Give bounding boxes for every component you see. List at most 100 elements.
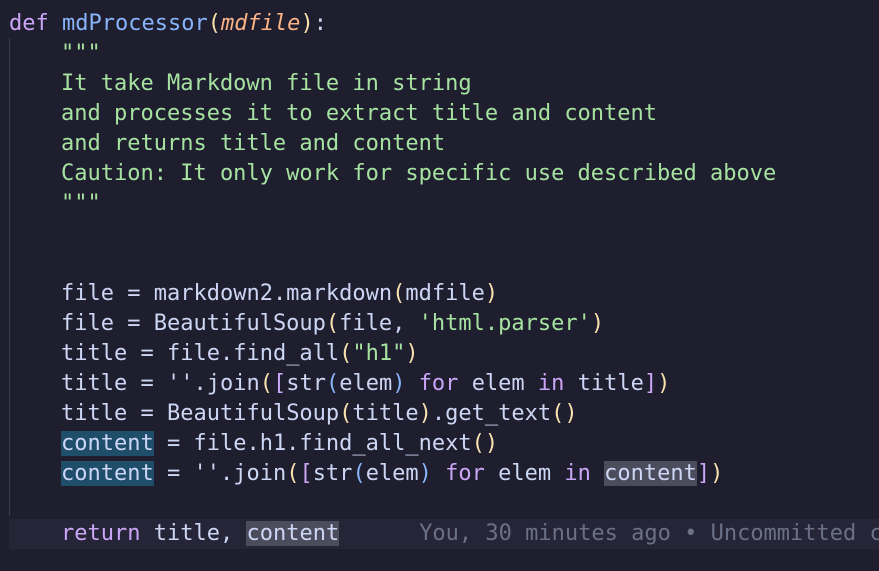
- docstring-quotes-open: """: [61, 41, 101, 66]
- code-line-doc-3[interactable]: and returns title and content: [9, 129, 879, 159]
- token-file-find-all: file.find_all: [166, 341, 340, 366]
- token-paren-close: ): [710, 461, 724, 486]
- token-var-title: title: [61, 371, 128, 396]
- token-paren-open: (: [286, 461, 300, 486]
- docstring-line-2: and processes it to extract title and co…: [61, 101, 658, 126]
- token-bracket-open: [: [272, 371, 287, 396]
- token-paren-close: ): [392, 371, 406, 396]
- token-paren-open: (: [207, 11, 221, 36]
- token-bracket-close: ]: [643, 371, 658, 396]
- token-return-title: title: [153, 521, 220, 546]
- token-get-text: .get_text: [431, 401, 552, 426]
- token-empty-call: (): [551, 401, 578, 426]
- token-arg-mdfile: mdfile: [405, 281, 485, 306]
- token-paren-open: (: [325, 371, 340, 396]
- token-paren-close: ): [657, 371, 671, 396]
- token-builtin-str: str: [312, 461, 353, 486]
- token-var-title: title: [61, 341, 128, 366]
- token-elem: elem: [365, 461, 419, 486]
- token-paren-open: (: [325, 311, 340, 336]
- docstring-line-4: Caution: It only work for specific use d…: [61, 161, 777, 186]
- token-arg-file: file: [339, 311, 393, 336]
- token-assign: =: [127, 341, 167, 366]
- token-beautifulsoup: BeautifulSoup: [153, 311, 326, 336]
- token-join: ''.join: [193, 461, 287, 486]
- token-comma: ,: [219, 521, 247, 546]
- token-comma: ,: [392, 311, 419, 336]
- token-string-html-parser: 'html.parser': [418, 311, 591, 336]
- token-paren-open: (: [339, 401, 353, 426]
- token-in: in: [564, 461, 591, 486]
- token-var-content-selected[interactable]: content: [61, 461, 154, 486]
- token-param: mdfile: [220, 11, 301, 36]
- code-line-content-find-next[interactable]: content = file.h1.find_all_next(): [9, 429, 879, 459]
- code-line-title-get-text[interactable]: title = BeautifulSoup(title).get_text(): [9, 399, 879, 429]
- token-var-content-selected[interactable]: content: [61, 431, 154, 456]
- token-paren-close: ): [484, 281, 499, 306]
- token-assign: =: [127, 371, 167, 396]
- token-paren-open: (: [352, 461, 366, 486]
- code-line-title-find-all[interactable]: title = file.find_all("h1"): [9, 339, 879, 369]
- token-var-title: title: [577, 371, 644, 396]
- token-paren-close: ): [300, 11, 314, 36]
- code-line-doc-1[interactable]: It take Markdown file in string: [9, 69, 879, 99]
- code-line-return[interactable]: return title, content You, 30 minutes ago…: [9, 519, 879, 549]
- token-paren-close: ): [418, 461, 432, 486]
- token-var-file: file: [61, 281, 114, 306]
- token-var-title: title: [352, 401, 419, 426]
- token-string-h1: "h1": [352, 341, 406, 366]
- token-paren-open: (: [259, 371, 273, 396]
- token-var-title: title: [61, 401, 128, 426]
- token-assign: =: [113, 311, 154, 336]
- code-line-doc-close[interactable]: """: [9, 189, 879, 219]
- code-line-def[interactable]: def mdProcessor(mdfile):: [9, 9, 879, 39]
- docstring-line-1: It take Markdown file in string: [61, 71, 472, 96]
- code-line-doc-4[interactable]: Caution: It only work for specific use d…: [9, 159, 879, 189]
- token-builtin-str: str: [286, 371, 326, 396]
- token-bracket-open: [: [299, 461, 313, 486]
- token-empty-call: (): [471, 431, 499, 456]
- token-in: in: [537, 371, 565, 396]
- code-line-file-soup[interactable]: file = BeautifulSoup(file, 'html.parser'…: [9, 309, 879, 339]
- token-paren-close: ): [590, 311, 605, 336]
- token-paren-open: (: [392, 281, 406, 306]
- code-line-title-join[interactable]: title = ''.join([str(elem) for elem in t…: [9, 369, 879, 399]
- token-bracket-close: ]: [696, 461, 711, 486]
- token-var-file: file: [61, 311, 114, 336]
- code-line-doc-open[interactable]: """: [9, 39, 879, 69]
- token-return: return: [61, 521, 141, 546]
- code-editor[interactable]: def mdProcessor(mdfile): """ It take Mar…: [0, 0, 879, 571]
- token-assign: =: [127, 401, 167, 426]
- token-function-name: mdProcessor: [62, 11, 208, 36]
- code-line-file-markdown[interactable]: file = markdown2.markdown(mdfile): [9, 279, 879, 309]
- code-line-content-join[interactable]: content = ''.join([str(elem) for elem in…: [9, 459, 879, 489]
- token-for: for: [445, 461, 485, 486]
- docstring-quotes-close: """: [61, 191, 101, 216]
- docstring-line-3: and returns title and content: [61, 131, 446, 156]
- token-assign: =: [113, 281, 154, 306]
- token-elem: elem: [471, 371, 525, 396]
- token-markdown-call: markdown2.markdown: [153, 281, 393, 306]
- token-paren-close: ): [405, 341, 419, 366]
- git-blame-annotation: You, 30 minutes ago • Uncommitted c: [419, 521, 879, 546]
- token-var-content-occurrence[interactable]: content: [246, 521, 340, 546]
- token-join: ''.join: [166, 371, 260, 396]
- token-assign: =: [153, 431, 194, 456]
- token-elem: elem: [339, 371, 393, 396]
- token-paren-close: ): [418, 401, 432, 426]
- token-elem: elem: [498, 461, 552, 486]
- token-paren-open: (: [339, 341, 353, 366]
- token-assign: =: [153, 461, 194, 486]
- code-line-doc-2[interactable]: and processes it to extract title and co…: [9, 99, 879, 129]
- token-var-content-occurrence[interactable]: content: [604, 461, 697, 486]
- token-find-all-next: file.h1.find_all_next: [193, 431, 472, 456]
